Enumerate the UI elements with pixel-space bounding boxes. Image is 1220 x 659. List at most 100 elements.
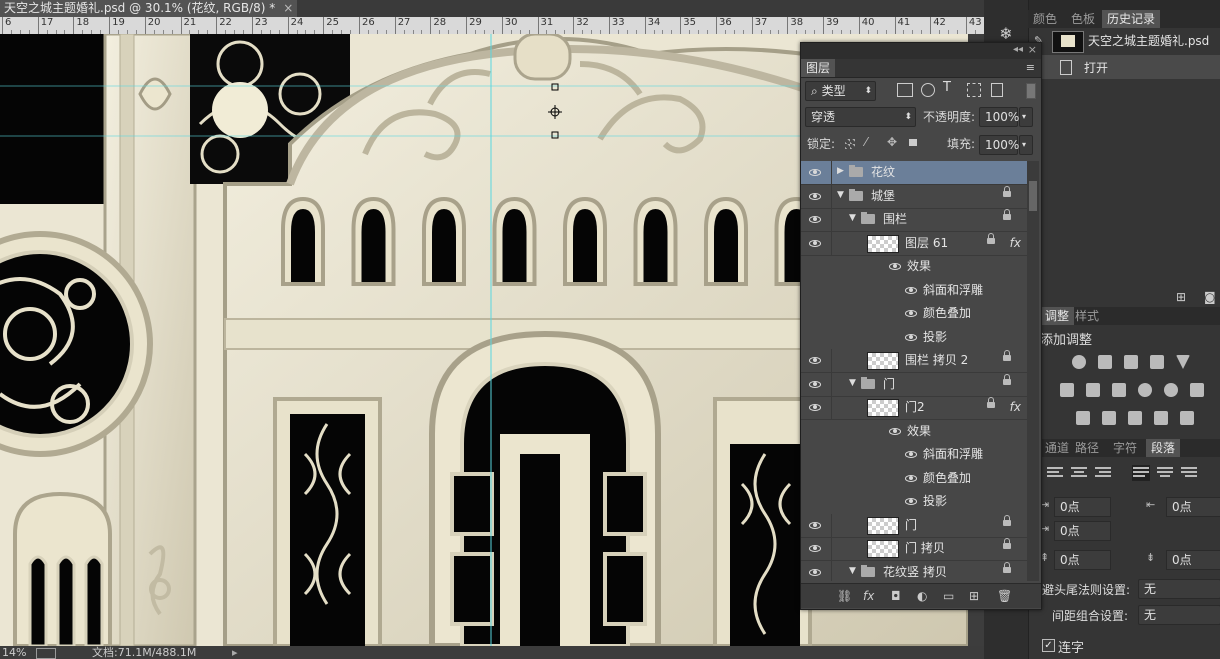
invert-icon[interactable] [1076,411,1090,425]
spacing-combo-select[interactable]: 无 [1138,605,1220,625]
lock-move-icon[interactable]: ✥ [887,135,897,149]
justify-last-left-icon[interactable] [1132,465,1150,481]
layers-scrollbar[interactable] [1027,161,1039,581]
layer-row[interactable]: 围栏 拷贝 2 [801,349,1027,373]
visibility-eye-icon[interactable] [809,401,821,413]
new-layer-icon[interactable]: ⊞ [969,589,979,603]
gradient-map-icon[interactable] [1180,411,1194,425]
visibility-eye-icon[interactable] [809,566,821,578]
visibility-eye-icon[interactable] [809,190,821,202]
effect-row[interactable]: 颜色叠加 [801,302,1027,325]
document-tab[interactable]: 天空之城主题婚礼.psd @ 30.1% (花纹, RGB/8) * × [0,0,298,17]
filter-toggle[interactable] [1026,83,1036,99]
tab-history[interactable]: 历史记录 [1102,10,1161,28]
filter-adjust-icon[interactable] [921,83,935,97]
hyphenate-checkbox[interactable]: ✓ [1042,639,1055,652]
effect-row[interactable]: 颜色叠加 [801,467,1027,490]
hue-icon[interactable] [1060,383,1074,397]
filter-shape-icon[interactable] [967,83,981,97]
layers-scroll-thumb[interactable] [1029,181,1037,211]
status-arrow-icon[interactable]: ▸ [232,646,238,659]
camera-icon[interactable]: ◙ [1204,290,1218,304]
snowflake-icon[interactable]: ❄ [996,24,1016,44]
exposure-icon[interactable] [1150,355,1164,369]
horizontal-ruler[interactable]: 6 17 18 19 20 21 22 23 24 25 26 27 28 29 30 31 32 33 34 35 3… [0,17,984,35]
effect-visibility-eye-icon[interactable] [905,307,917,319]
tab-styles[interactable]: 样式 [1070,307,1104,325]
history-step-open[interactable]: 打开 [1028,55,1220,79]
selective-color-icon[interactable] [1154,411,1168,425]
visibility-eye-icon[interactable] [809,354,821,366]
layer-group-row[interactable]: ▼ 门 [801,372,1027,397]
fx-icon[interactable]: fx [863,589,874,603]
visibility-eye-icon[interactable] [809,213,821,225]
layer-group-row[interactable]: ▼ 围栏 [801,208,1027,232]
hyphen-rule-select[interactable]: 无 [1138,579,1220,599]
lock-transparent-icon[interactable] [845,139,855,149]
opacity-field[interactable]: 100% [979,107,1019,127]
layer-group-row[interactable]: ▼ 花纹竖 拷贝 [801,560,1027,581]
tab-layers[interactable]: 图层 [801,59,836,77]
visibility-eye-icon[interactable] [809,237,821,249]
mask-icon[interactable]: ◘ [891,589,901,603]
layer-group-row[interactable]: ▶ 花纹 [801,161,1027,185]
effect-row[interactable]: 投影 [801,326,1027,349]
visibility-eye-icon[interactable] [809,542,821,554]
layers-panel-grip[interactable]: ◂◂ × [801,43,1041,59]
tab-channels[interactable]: 通道 [1040,439,1074,457]
space-before-field[interactable]: 0点 [1054,550,1111,570]
effect-row[interactable]: 投影 [801,490,1027,513]
effect-visibility-eye-icon[interactable] [905,472,917,484]
filter-smart-icon[interactable] [991,83,1003,97]
first-line-indent-field[interactable]: 0点 [1054,521,1111,541]
levels-icon[interactable] [1098,355,1112,369]
effect-visibility-eye-icon[interactable] [889,425,901,437]
layer-row[interactable]: 门 拷贝 [801,537,1027,561]
effect-row[interactable]: 效果 [801,420,1027,443]
new-group-icon[interactable]: ▭ [943,589,954,603]
fill-field[interactable]: 100% [979,135,1019,155]
new-snapshot-icon[interactable]: ⊞ [1176,290,1190,304]
status-icon[interactable] [36,648,56,659]
tab-paths[interactable]: 路径 [1070,439,1104,457]
adjustment-layer-icon[interactable]: ◐ [917,589,927,603]
effect-row[interactable]: 斜面和浮雕 [801,279,1027,302]
visibility-eye-icon[interactable] [809,166,821,178]
tab-paragraph[interactable]: 段落 [1146,439,1181,457]
left-indent-field[interactable]: 0点 [1054,497,1111,517]
align-right-icon[interactable] [1094,465,1112,481]
expanded-triangle-icon[interactable]: ▼ [849,378,856,388]
layer-row[interactable]: 门 [801,513,1027,538]
expanded-triangle-icon[interactable]: ▼ [849,213,856,223]
expanded-triangle-icon[interactable]: ▼ [849,566,856,576]
posterize-icon[interactable] [1102,411,1116,425]
filter-type-icon[interactable]: T [943,80,951,95]
right-indent-field[interactable]: 0点 [1166,497,1220,517]
fx-badge-icon[interactable]: fx [1010,232,1021,255]
effect-row[interactable]: 效果 [801,255,1027,278]
filter-type-select[interactable]: ⌕ 类型 ⬍ [805,81,876,101]
tab-swatches[interactable]: 色板 [1066,10,1100,28]
trash-icon[interactable]: 🗑 [997,589,1012,603]
history-snapshot[interactable]: ✎ 天空之城主题婚礼.psd [1028,28,1220,54]
layer-row[interactable]: 门2 fx [801,396,1027,420]
color-lookup-icon[interactable] [1190,383,1204,397]
balance-icon[interactable] [1086,383,1100,397]
close-tab-icon[interactable]: × [283,1,293,15]
panel-menu-icon[interactable]: ≡ [1026,61,1035,74]
threshold-icon[interactable] [1128,411,1142,425]
close-panel-icon[interactable]: × [1028,43,1037,56]
collapsed-triangle-icon[interactable]: ▶ [837,166,844,176]
align-left-icon[interactable] [1046,465,1064,481]
fill-dropdown-icon[interactable]: ▾ [1019,135,1033,155]
layer-group-row[interactable]: ▼ 城堡 [801,184,1027,209]
lock-all-icon[interactable] [909,139,917,146]
filter-pixel-icon[interactable] [897,83,913,97]
brightness-icon[interactable] [1072,355,1086,369]
tab-character[interactable]: 字符 [1108,439,1142,457]
tab-color[interactable]: 颜色 [1028,10,1062,28]
photo-filter-icon[interactable] [1138,383,1152,397]
vibrance-icon[interactable] [1176,355,1190,369]
effect-row[interactable]: 斜面和浮雕 [801,443,1027,466]
fx-badge-icon[interactable]: fx [1010,396,1021,419]
